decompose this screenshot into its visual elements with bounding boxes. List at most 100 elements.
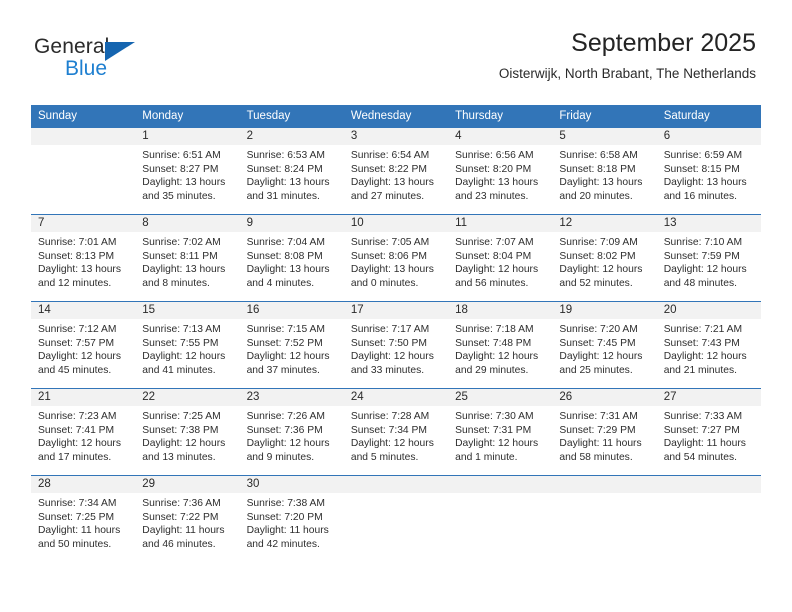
calendar-day-cell[interactable]: 17 Sunrise: 7:17 AM Sunset: 7:50 PM Dayligh… <box>343 301 449 389</box>
general-blue-logo[interactable]: General Blue <box>34 36 154 84</box>
day-number: 13 <box>656 215 761 232</box>
sunrise-text: Sunrise: 7:13 AM <box>142 324 221 335</box>
day-number: 15 <box>135 302 240 319</box>
day-cell-inner: 21 Sunrise: 7:23 AM Sunset: 7:41 PM Dayligh… <box>31 389 136 475</box>
calendar-day-cell[interactable]: 14 Sunrise: 7:12 AM Sunset: 7:57 PM Dayligh… <box>31 301 136 389</box>
calendar-day-cell[interactable]: 21 Sunrise: 7:23 AM Sunset: 7:41 PM Dayligh… <box>31 388 136 476</box>
calendar-day-cell[interactable]: 19 Sunrise: 7:20 AM Sunset: 7:45 PM Dayligh… <box>552 301 657 389</box>
calendar-day-cell[interactable]: 25 Sunrise: 7:30 AM Sunset: 7:31 PM Dayligh… <box>448 388 553 476</box>
sunset-text: Sunset: 8:08 PM <box>246 250 323 262</box>
day-details: Sunrise: 7:31 AM Sunset: 7:29 PM Daylight:… <box>552 406 656 464</box>
day-details: Sunrise: 7:38 AM Sunset: 7:20 PM Daylight:… <box>240 493 344 551</box>
day-details: Sunrise: 7:23 AM Sunset: 7:41 PM Daylight:… <box>31 406 135 464</box>
daylight-text-line1: Daylight: 13 hours <box>350 264 434 276</box>
daylight-text-line2: and 45 minutes. <box>38 364 112 376</box>
daylight-text-line2: and 20 minutes. <box>559 190 633 202</box>
day-number: 29 <box>135 476 240 493</box>
daylight-text-line2: and 33 minutes. <box>350 364 425 376</box>
day-number: 11 <box>448 215 553 232</box>
day-number <box>448 476 553 493</box>
calendar-day-cell[interactable]: 2 Sunrise: 6:53 AM Sunset: 8:24 PM Daylight… <box>239 128 344 215</box>
daylight-text-line1: Daylight: 12 hours <box>38 438 121 450</box>
calendar-day-cell[interactable]: 4 Sunrise: 6:56 AM Sunset: 8:20 PM Daylight… <box>448 128 553 215</box>
calendar-day-cell <box>552 475 657 562</box>
daylight-text-line2: and 4 minutes. <box>246 277 315 289</box>
sunset-text: Sunset: 8:06 PM <box>350 250 427 262</box>
daylight-text-line2: and 27 minutes. <box>350 190 425 202</box>
day-number: 2 <box>239 128 344 145</box>
day-number: 24 <box>343 389 449 406</box>
calendar-day-cell[interactable]: 30 Sunrise: 7:38 AM Sunset: 7:20 PM Dayligh… <box>239 475 344 562</box>
sunrise-text: Sunrise: 7:34 AM <box>38 498 117 509</box>
calendar-day-cell[interactable]: 6 Sunrise: 6:59 AM Sunset: 8:15 PM Daylight… <box>656 128 761 215</box>
daylight-text-line2: and 37 minutes. <box>246 364 320 376</box>
calendar-day-cell[interactable]: 7 Sunrise: 7:01 AM Sunset: 8:13 PM Daylight… <box>31 214 136 302</box>
weekday-header-friday: Friday <box>552 105 657 128</box>
calendar-day-cell[interactable]: 1 Sunrise: 6:51 AM Sunset: 8:27 PM Daylight… <box>135 128 240 215</box>
calendar-day-cell[interactable]: 28 Sunrise: 7:34 AM Sunset: 7:25 PM Dayligh… <box>31 475 136 562</box>
sunrise-text: Sunrise: 6:54 AM <box>350 150 430 161</box>
daylight-text-line2: and 48 minutes. <box>663 277 737 289</box>
calendar-day-cell[interactable]: 12 Sunrise: 7:09 AM Sunset: 8:02 PM Dayligh… <box>552 214 657 302</box>
day-number: 16 <box>239 302 344 319</box>
day-details: Sunrise: 7:10 AM Sunset: 7:59 PM Daylight:… <box>657 232 761 290</box>
daylight-text-line2: and 25 minutes. <box>559 364 633 376</box>
page-header: General Blue September 2025 Oisterwijk, … <box>0 0 792 81</box>
day-number: 7 <box>31 215 136 232</box>
calendar-day-cell <box>448 475 553 562</box>
day-number: 30 <box>239 476 344 493</box>
day-details: Sunrise: 7:33 AM Sunset: 7:27 PM Daylight:… <box>657 406 761 464</box>
sunrise-text: Sunrise: 7:01 AM <box>38 237 117 248</box>
weekday-header-wednesday: Wednesday <box>343 105 449 128</box>
calendar-day-cell[interactable]: 18 Sunrise: 7:18 AM Sunset: 7:48 PM Dayligh… <box>448 301 553 389</box>
calendar-day-cell[interactable]: 24 Sunrise: 7:28 AM Sunset: 7:34 PM Dayligh… <box>343 388 449 476</box>
day-cell-inner: 9 Sunrise: 7:04 AM Sunset: 8:08 PM Daylight… <box>239 215 344 301</box>
day-number: 1 <box>135 128 240 145</box>
day-cell-inner: 13 Sunrise: 7:10 AM Sunset: 7:59 PM Dayligh… <box>656 215 761 301</box>
calendar-day-cell[interactable]: 8 Sunrise: 7:02 AM Sunset: 8:11 PM Daylight… <box>135 214 240 302</box>
calendar-day-cell[interactable]: 15 Sunrise: 7:13 AM Sunset: 7:55 PM Dayligh… <box>135 301 240 389</box>
weekday-header-monday: Monday <box>135 105 240 128</box>
sunset-text: Sunset: 8:15 PM <box>663 163 740 175</box>
daylight-text-line1: Daylight: 13 hours <box>142 177 226 189</box>
sunrise-text: Sunrise: 6:59 AM <box>663 150 743 161</box>
day-number <box>552 476 657 493</box>
sunset-text: Sunset: 7:50 PM <box>350 337 427 349</box>
calendar-day-cell[interactable]: 26 Sunrise: 7:31 AM Sunset: 7:29 PM Dayligh… <box>552 388 657 476</box>
sunrise-text: Sunrise: 6:53 AM <box>246 150 325 161</box>
sunrise-text: Sunrise: 6:58 AM <box>559 150 638 161</box>
calendar-day-cell[interactable]: 3 Sunrise: 6:54 AM Sunset: 8:22 PM Daylight… <box>343 128 449 215</box>
calendar-day-cell[interactable]: 23 Sunrise: 7:26 AM Sunset: 7:36 PM Dayligh… <box>239 388 344 476</box>
sunrise-text: Sunrise: 7:15 AM <box>246 324 325 335</box>
daylight-text-line1: Daylight: 11 hours <box>663 438 746 450</box>
daylight-text-line1: Daylight: 11 hours <box>246 525 329 537</box>
weekday-header-tuesday: Tuesday <box>239 105 344 128</box>
daylight-text-line1: Daylight: 12 hours <box>559 264 643 276</box>
calendar-day-cell[interactable]: 5 Sunrise: 6:58 AM Sunset: 8:18 PM Daylight… <box>552 128 657 215</box>
sunrise-text: Sunrise: 6:56 AM <box>455 150 534 161</box>
calendar-day-cell[interactable]: 10 Sunrise: 7:05 AM Sunset: 8:06 PM Dayligh… <box>343 214 449 302</box>
daylight-text-line2: and 29 minutes. <box>455 364 529 376</box>
day-cell-inner: 23 Sunrise: 7:26 AM Sunset: 7:36 PM Dayligh… <box>239 389 344 475</box>
day-details: Sunrise: 7:36 AM Sunset: 7:22 PM Daylight:… <box>135 493 239 551</box>
sunset-text: Sunset: 8:02 PM <box>559 250 636 262</box>
calendar-week-row: 14 Sunrise: 7:12 AM Sunset: 7:57 PM Dayligh… <box>31 301 761 389</box>
daylight-text-line2: and 0 minutes. <box>350 277 419 289</box>
sunset-text: Sunset: 8:04 PM <box>455 250 532 262</box>
calendar-day-cell[interactable]: 11 Sunrise: 7:07 AM Sunset: 8:04 PM Dayligh… <box>448 214 553 302</box>
daylight-text-line1: Daylight: 11 hours <box>38 525 121 537</box>
calendar-day-cell[interactable]: 27 Sunrise: 7:33 AM Sunset: 7:27 PM Dayligh… <box>656 388 761 476</box>
calendar-day-cell[interactable]: 20 Sunrise: 7:21 AM Sunset: 7:43 PM Dayligh… <box>656 301 761 389</box>
calendar-day-cell[interactable]: 22 Sunrise: 7:25 AM Sunset: 7:38 PM Dayligh… <box>135 388 240 476</box>
calendar-week-row: 7 Sunrise: 7:01 AM Sunset: 8:13 PM Daylight… <box>31 214 761 302</box>
calendar-day-cell[interactable]: 13 Sunrise: 7:10 AM Sunset: 7:59 PM Dayligh… <box>656 214 761 302</box>
calendar-day-cell[interactable]: 16 Sunrise: 7:15 AM Sunset: 7:52 PM Dayligh… <box>239 301 344 389</box>
daylight-text-line1: Daylight: 13 hours <box>455 177 539 189</box>
calendar-week-row: 1 Sunrise: 6:51 AM Sunset: 8:27 PM Daylight… <box>31 128 761 215</box>
calendar-day-cell[interactable]: 9 Sunrise: 7:04 AM Sunset: 8:08 PM Daylight… <box>239 214 344 302</box>
calendar-week-row: 28 Sunrise: 7:34 AM Sunset: 7:25 PM Dayligh… <box>31 475 761 562</box>
day-details: Sunrise: 7:17 AM Sunset: 7:50 PM Daylight:… <box>344 319 448 377</box>
day-cell-inner: 3 Sunrise: 6:54 AM Sunset: 8:22 PM Daylight… <box>343 128 449 214</box>
day-cell-inner: 16 Sunrise: 7:15 AM Sunset: 7:52 PM Dayligh… <box>239 302 344 388</box>
calendar-day-cell[interactable]: 29 Sunrise: 7:36 AM Sunset: 7:22 PM Dayligh… <box>135 475 240 562</box>
